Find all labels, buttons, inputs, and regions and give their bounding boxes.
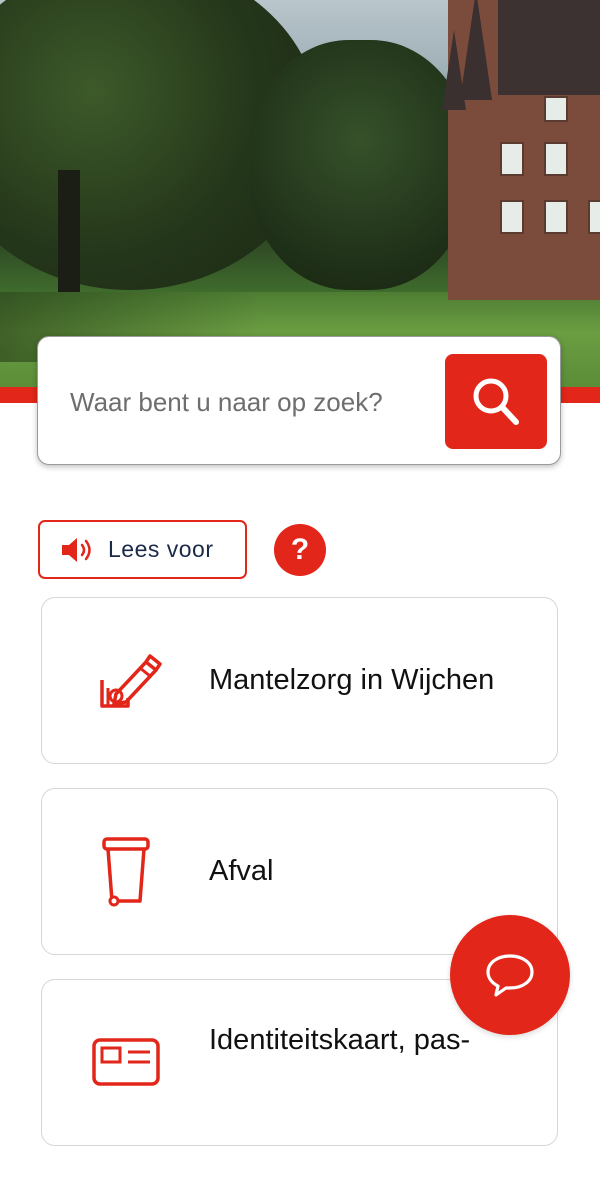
castle-building	[442, 0, 600, 300]
search-icon	[473, 378, 519, 425]
help-button[interactable]: ?	[274, 524, 326, 576]
topic-label: Identiteitskaart, pas-	[209, 1024, 471, 1056]
read-aloud-label: Lees voor	[108, 536, 214, 562]
speaker-icon	[62, 537, 91, 562]
id-card-icon	[92, 1038, 160, 1086]
tree-trunk	[58, 170, 80, 300]
topic-label: Mantelzorg in Wijchen	[209, 664, 495, 696]
hero-image	[0, 0, 600, 392]
care-pencil-icon	[100, 654, 162, 708]
search-input[interactable]	[68, 381, 432, 423]
tree-foliage-center	[250, 40, 470, 290]
waste-bin-icon	[102, 837, 150, 907]
search-box	[37, 336, 561, 465]
topic-card-mantelzorg[interactable]: Mantelzorg in Wijchen	[41, 597, 558, 764]
search-button[interactable]	[445, 354, 547, 449]
chat-button[interactable]	[450, 915, 570, 1035]
help-label: ?	[290, 533, 310, 566]
read-aloud-button[interactable]: Lees voor	[38, 520, 247, 579]
topic-label: Afval	[209, 855, 274, 887]
chat-bubble-icon	[486, 954, 534, 997]
